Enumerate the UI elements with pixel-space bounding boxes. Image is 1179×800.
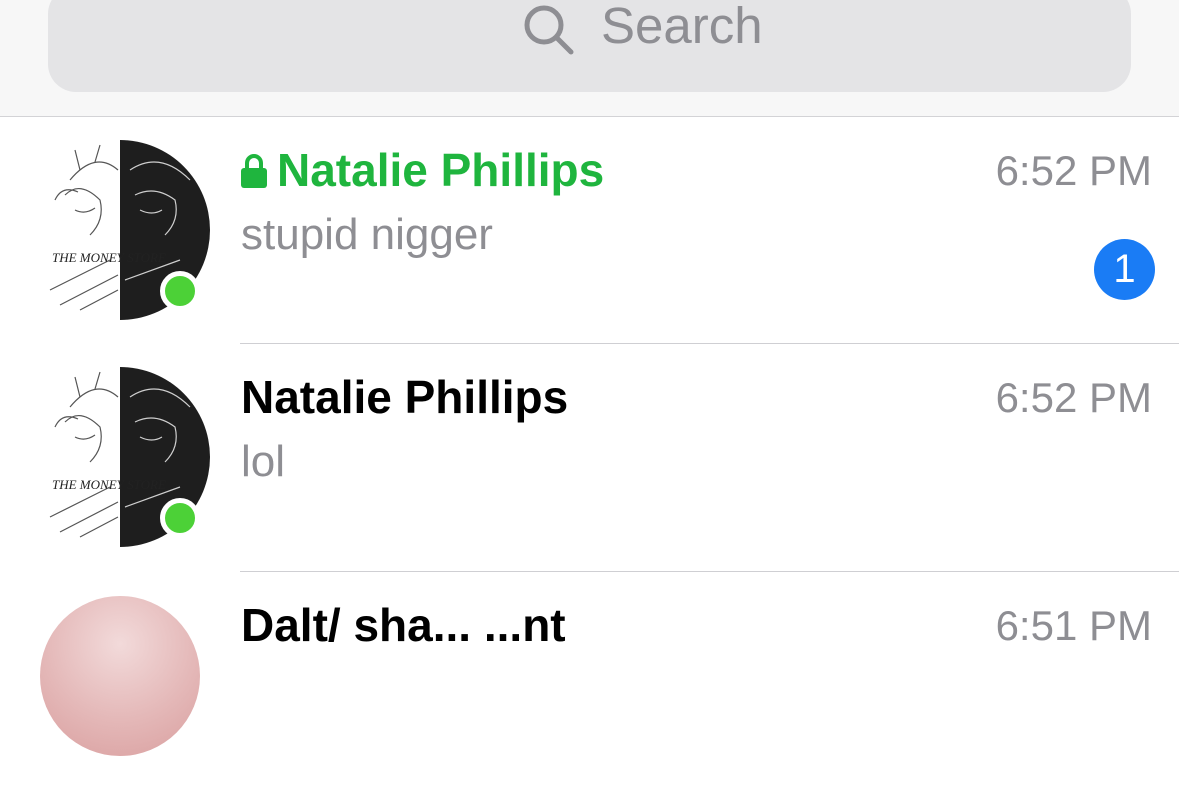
search-bar[interactable]: Search [48,0,1131,92]
message-time: 6:52 PM [995,374,1152,421]
conversation-row[interactable]: THE MONEY STORE Natalie Phillips 6:52 PM… [0,117,1179,345]
contact-name: Dalt/ sha... ...nt [241,599,566,651]
message-preview: stupid nigger [241,210,493,259]
message-time: 6:51 PM [995,602,1152,649]
svg-text:THE MONEY STORE: THE MONEY STORE [52,477,166,492]
message-preview: lol [241,437,286,486]
conversation-row[interactable]: Dalt/ sha... ...nt 6:51 PM [0,572,1179,800]
lock-icon [241,154,267,188]
contact-name: Natalie Phillips [277,144,605,196]
contact-name: Natalie Phillips [241,371,569,423]
avatar [40,596,200,756]
online-indicator [160,271,200,311]
online-indicator [160,498,200,538]
search-placeholder: Search [601,0,763,54]
unread-badge: 1 [1094,239,1155,300]
conversation-row[interactable]: THE MONEY STORE Natalie Phillips 6:52 PM… [0,344,1179,572]
search-icon [524,5,574,55]
message-time: 6:52 PM [995,147,1152,194]
svg-text:THE MONEY STORE: THE MONEY STORE [52,250,166,265]
search-header: Search [0,0,1179,117]
